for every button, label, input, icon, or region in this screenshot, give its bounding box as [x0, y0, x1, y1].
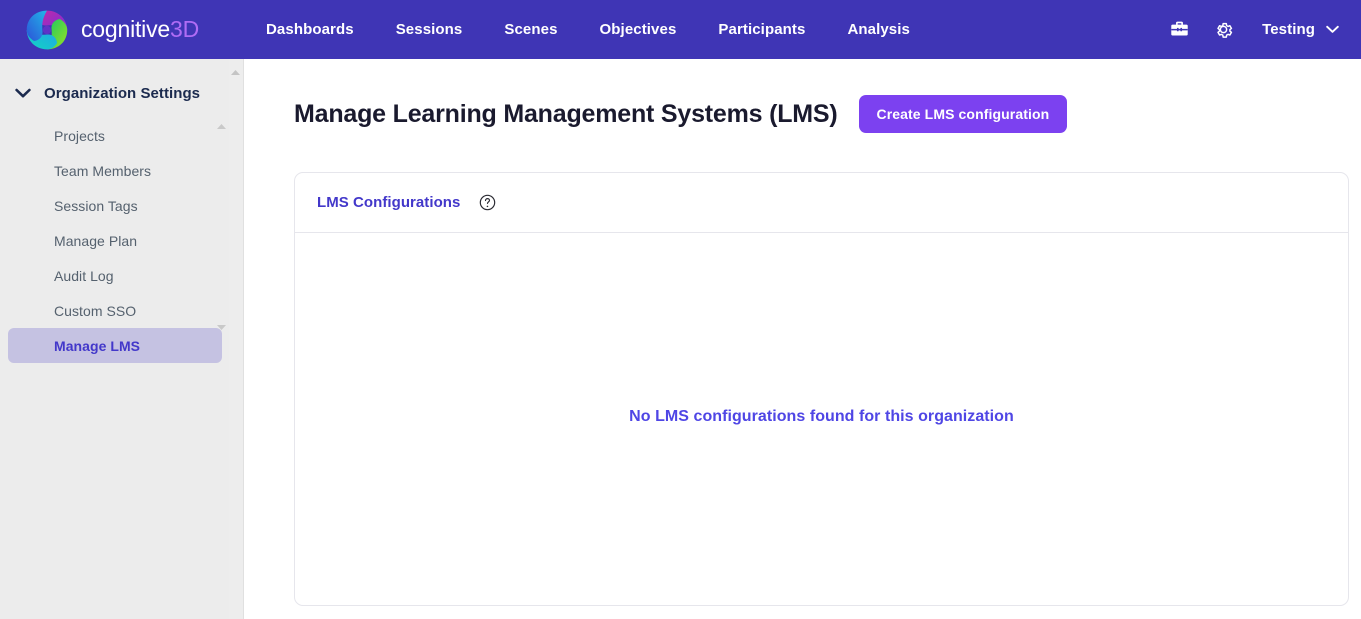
- nav-link-dashboards[interactable]: Dashboards: [245, 0, 375, 59]
- lms-card-header: LMS Configurations: [295, 173, 1348, 233]
- brand-logo[interactable]: cognitive3D: [24, 0, 199, 59]
- brand-word-cognitive: cognitive: [81, 16, 170, 42]
- sidebar-item-session-tags[interactable]: Session Tags: [8, 188, 222, 223]
- sidebar-item-manage-plan[interactable]: Manage Plan: [8, 223, 222, 258]
- nav-right-cluster: Testing: [1152, 0, 1361, 59]
- create-lms-configuration-button[interactable]: Create LMS configuration: [858, 95, 1068, 133]
- user-account-menu[interactable]: Testing: [1262, 21, 1339, 38]
- gear-icon[interactable]: [1206, 13, 1240, 47]
- brand-wordmark: cognitive3D: [81, 18, 199, 41]
- scroll-up-arrow-icon[interactable]: [216, 117, 227, 129]
- nav-link-analysis[interactable]: Analysis: [826, 0, 931, 59]
- sidebar-section-organization-settings[interactable]: Organization Settings: [0, 85, 230, 102]
- toolbox-icon[interactable]: [1162, 13, 1196, 47]
- sidebar-menu-list: Projects Team Members Session Tags Manag…: [0, 118, 230, 363]
- primary-nav-links: Dashboards Sessions Scenes Objectives Pa…: [245, 0, 931, 59]
- sidebar-section-label: Organization Settings: [44, 85, 201, 102]
- nav-link-objectives[interactable]: Objectives: [579, 0, 698, 59]
- scroll-up-arrow-icon[interactable]: [230, 63, 241, 75]
- nav-link-scenes[interactable]: Scenes: [483, 0, 578, 59]
- question-mark-circle-icon[interactable]: [479, 194, 496, 211]
- lms-card-title: LMS Configurations: [317, 194, 461, 211]
- brand-word-3d: 3D: [169, 16, 199, 42]
- sidebar-item-custom-sso[interactable]: Custom SSO: [8, 293, 222, 328]
- sidebar-scrollbar[interactable]: [229, 59, 243, 619]
- sidebar-item-manage-lms[interactable]: Manage LMS: [8, 328, 222, 363]
- sidebar-item-projects[interactable]: Projects: [8, 118, 222, 153]
- page-title: Manage Learning Management Systems (LMS): [294, 99, 838, 128]
- sidebar-item-team-members[interactable]: Team Members: [8, 153, 222, 188]
- lms-card-body: No LMS configurations found for this org…: [295, 233, 1348, 606]
- sidebar-item-audit-log[interactable]: Audit Log: [8, 258, 222, 293]
- chevron-down-icon: [1326, 25, 1339, 34]
- main-content-area: Manage Learning Management Systems (LMS)…: [245, 59, 1361, 619]
- top-navigation-bar: cognitive3D Dashboards Sessions Scenes O…: [0, 0, 1361, 59]
- nav-link-participants[interactable]: Participants: [697, 0, 826, 59]
- cognitive3d-swirl-logo-icon: [24, 7, 70, 53]
- scroll-down-arrow-icon[interactable]: [216, 325, 227, 337]
- user-account-label: Testing: [1262, 21, 1315, 38]
- empty-state-message: No LMS configurations found for this org…: [629, 407, 1014, 425]
- nav-link-sessions[interactable]: Sessions: [375, 0, 484, 59]
- lms-configurations-card: LMS Configurations No LMS configurations…: [294, 172, 1349, 606]
- settings-sidebar: Organization Settings Projects Team Memb…: [0, 59, 244, 619]
- page-header: Manage Learning Management Systems (LMS)…: [294, 95, 1068, 133]
- chevron-down-icon: [8, 88, 38, 99]
